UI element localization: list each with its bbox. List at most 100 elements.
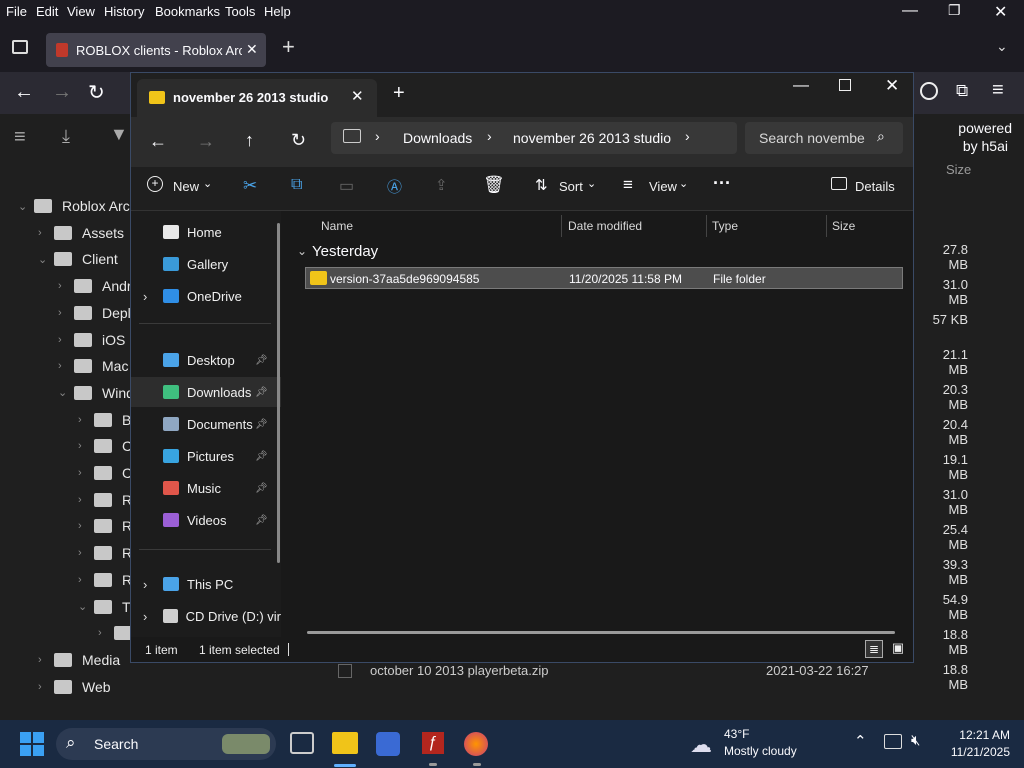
more-options-icon[interactable]: ··· bbox=[713, 173, 731, 194]
bottom-file-name[interactable]: october 10 2013 playerbeta.zip bbox=[370, 663, 549, 678]
chevron-right-icon[interactable]: › bbox=[78, 414, 94, 426]
ff-minimize-icon[interactable]: — bbox=[902, 2, 918, 20]
network-icon[interactable] bbox=[884, 734, 902, 749]
chevron-right-icon[interactable]: › bbox=[58, 360, 74, 372]
pin-icon[interactable]: 📌︎ bbox=[255, 451, 268, 462]
explorer-tab-close-icon[interactable]: ✕ bbox=[351, 87, 364, 105]
forward-icon[interactable]: → bbox=[52, 81, 72, 104]
chevron-right-icon[interactable]: › bbox=[58, 307, 74, 319]
tree-item[interactable]: ⌄ Roblox Arch bbox=[18, 193, 137, 219]
new-tab-icon[interactable]: + bbox=[282, 34, 295, 60]
chevron-right-icon[interactable]: › bbox=[78, 574, 94, 586]
group-collapse-icon[interactable]: ⌄ bbox=[297, 244, 307, 258]
ff-close-icon[interactable]: ✕ bbox=[994, 2, 1007, 22]
tree-item[interactable]: › C bbox=[78, 460, 132, 486]
tree-item[interactable]: ⌄ T bbox=[78, 594, 131, 620]
cut-icon[interactable]: ✂ bbox=[243, 176, 257, 196]
sidebar-item-cd-drive-d-vir[interactable]: › CD Drive (D:) vir bbox=[131, 601, 281, 631]
sidebar-toggle-icon[interactable]: ≡ bbox=[14, 126, 26, 149]
back-icon[interactable]: ← bbox=[14, 81, 34, 104]
pin-icon[interactable]: 📌︎ bbox=[255, 483, 268, 494]
horizontal-scrollbar[interactable] bbox=[307, 631, 895, 634]
explorer-up-icon[interactable]: ↑ bbox=[245, 130, 254, 151]
chevron-right-icon[interactable]: › bbox=[38, 654, 54, 666]
sort-button[interactable]: Sort bbox=[559, 179, 583, 194]
tree-item[interactable]: ⌄ Wind bbox=[58, 380, 134, 406]
tree-item[interactable]: › iOS bbox=[58, 327, 125, 353]
pin-icon[interactable]: 📌︎ bbox=[255, 387, 268, 398]
sidebar-item-this-pc[interactable]: › This PC bbox=[131, 569, 281, 599]
reload-icon[interactable]: ↻ bbox=[88, 80, 105, 105]
list-all-tabs-icon[interactable] bbox=[12, 40, 28, 54]
explorer-back-icon[interactable]: ← bbox=[149, 131, 167, 152]
explorer-maximize-icon[interactable] bbox=[839, 79, 851, 91]
view-chevron-icon[interactable]: ⌄ bbox=[679, 177, 688, 190]
chevron-right-icon[interactable]: › bbox=[58, 334, 74, 346]
expand-chevron-icon[interactable]: › bbox=[143, 609, 147, 624]
chevron-right-icon[interactable]: › bbox=[98, 627, 114, 639]
tree-item[interactable]: › Depl bbox=[58, 300, 131, 326]
tab-overflow-chevron-icon[interactable]: ⌄ bbox=[996, 38, 1008, 55]
weather-cloud-icon[interactable]: ☁ bbox=[690, 732, 712, 758]
chevron-right-icon[interactable]: › bbox=[78, 494, 94, 506]
tree-item[interactable]: › R bbox=[78, 513, 132, 539]
search-icon[interactable]: ⌕ bbox=[877, 128, 885, 145]
firefox-tab-roblox[interactable]: ROBLOX clients - Roblox Archiv ✕ bbox=[46, 33, 266, 67]
sidebar-item-gallery[interactable]: Gallery bbox=[131, 249, 281, 279]
new-button[interactable]: New bbox=[173, 179, 199, 194]
flash-player-icon[interactable]: ƒ bbox=[422, 732, 444, 754]
sidebar-item-downloads[interactable]: Downloads 📌︎ bbox=[131, 377, 281, 407]
breadcrumb-expand-icon[interactable]: › bbox=[685, 128, 690, 144]
explorer-forward-icon[interactable]: → bbox=[197, 131, 215, 152]
column-type[interactable]: Type bbox=[712, 219, 738, 233]
explorer-minimize-icon[interactable]: — bbox=[793, 77, 809, 95]
sidebar-item-videos[interactable]: Videos 📌︎ bbox=[131, 505, 281, 535]
start-icon[interactable] bbox=[20, 732, 44, 756]
tree-item[interactable]: › C bbox=[78, 433, 132, 459]
expand-chevron-icon[interactable]: › bbox=[143, 289, 147, 304]
rename-icon[interactable]: Ⓐ bbox=[387, 176, 402, 197]
pin-icon[interactable]: 📌︎ bbox=[255, 355, 268, 366]
tree-item[interactable]: › B bbox=[78, 407, 131, 433]
breadcrumb[interactable]: › Downloads › november 26 2013 studio › bbox=[331, 122, 737, 154]
explorer-refresh-icon[interactable]: ↻ bbox=[291, 130, 306, 151]
explorer-close-icon[interactable]: ✕ bbox=[885, 76, 899, 96]
weather-temp[interactable]: 43°F bbox=[724, 727, 749, 741]
sidebar-item-desktop[interactable]: Desktop 📌︎ bbox=[131, 345, 281, 375]
pin-icon[interactable]: 📌︎ bbox=[255, 419, 268, 430]
pin-icon[interactable]: 📌︎ bbox=[255, 515, 268, 526]
size-column-header[interactable]: Size bbox=[946, 162, 971, 177]
chevron-right-icon[interactable]: › bbox=[38, 227, 54, 239]
chevron-down-icon[interactable]: ⌄ bbox=[78, 600, 94, 613]
details-button[interactable]: Details bbox=[855, 179, 895, 194]
microsoft-store-icon[interactable] bbox=[376, 732, 400, 756]
menu-bookmarks[interactable]: Bookmarks bbox=[155, 4, 220, 19]
share-icon[interactable]: ⇪ bbox=[435, 176, 448, 194]
column-divider[interactable] bbox=[706, 215, 707, 237]
column-divider[interactable] bbox=[561, 215, 562, 237]
breadcrumb-downloads[interactable]: Downloads bbox=[403, 130, 472, 146]
tree-item[interactable]: › Web bbox=[38, 674, 111, 700]
filter-icon[interactable]: ▼ bbox=[110, 124, 128, 145]
download-icon[interactable]: ⤓ bbox=[62, 126, 70, 147]
column-name[interactable]: Name bbox=[321, 219, 353, 233]
show-hidden-icons-chevron-icon[interactable]: ⌃ bbox=[854, 732, 867, 750]
tree-item[interactable]: › R bbox=[78, 487, 132, 513]
extensions-icon[interactable]: ⧉ bbox=[956, 81, 968, 101]
sidebar-item-music[interactable]: Music 📌︎ bbox=[131, 473, 281, 503]
tree-item[interactable]: › Mac bbox=[58, 353, 128, 379]
chevron-down-icon[interactable]: ⌄ bbox=[18, 200, 34, 213]
file-row[interactable]: version-37aa5de969094585 11/20/2025 11:5… bbox=[305, 267, 903, 289]
tree-item[interactable]: › R bbox=[78, 540, 132, 566]
column-date-modified[interactable]: Date modified bbox=[568, 219, 642, 233]
new-dropdown-chevron-icon[interactable]: ⌄ bbox=[203, 177, 212, 190]
search-input[interactable]: Search novembe bbox=[759, 130, 865, 146]
copy-icon[interactable]: ⧉ bbox=[291, 176, 302, 194]
tree-item[interactable]: › Assets bbox=[38, 220, 124, 246]
menu-tools[interactable]: Tools bbox=[225, 4, 255, 19]
tree-item[interactable]: ⌄ Client bbox=[38, 246, 118, 272]
explorer-new-tab-icon[interactable]: + bbox=[393, 82, 405, 105]
menu-help[interactable]: Help bbox=[264, 4, 291, 19]
nav-pane-scrollbar[interactable] bbox=[277, 223, 280, 563]
weather-desc[interactable]: Mostly cloudy bbox=[724, 744, 797, 758]
